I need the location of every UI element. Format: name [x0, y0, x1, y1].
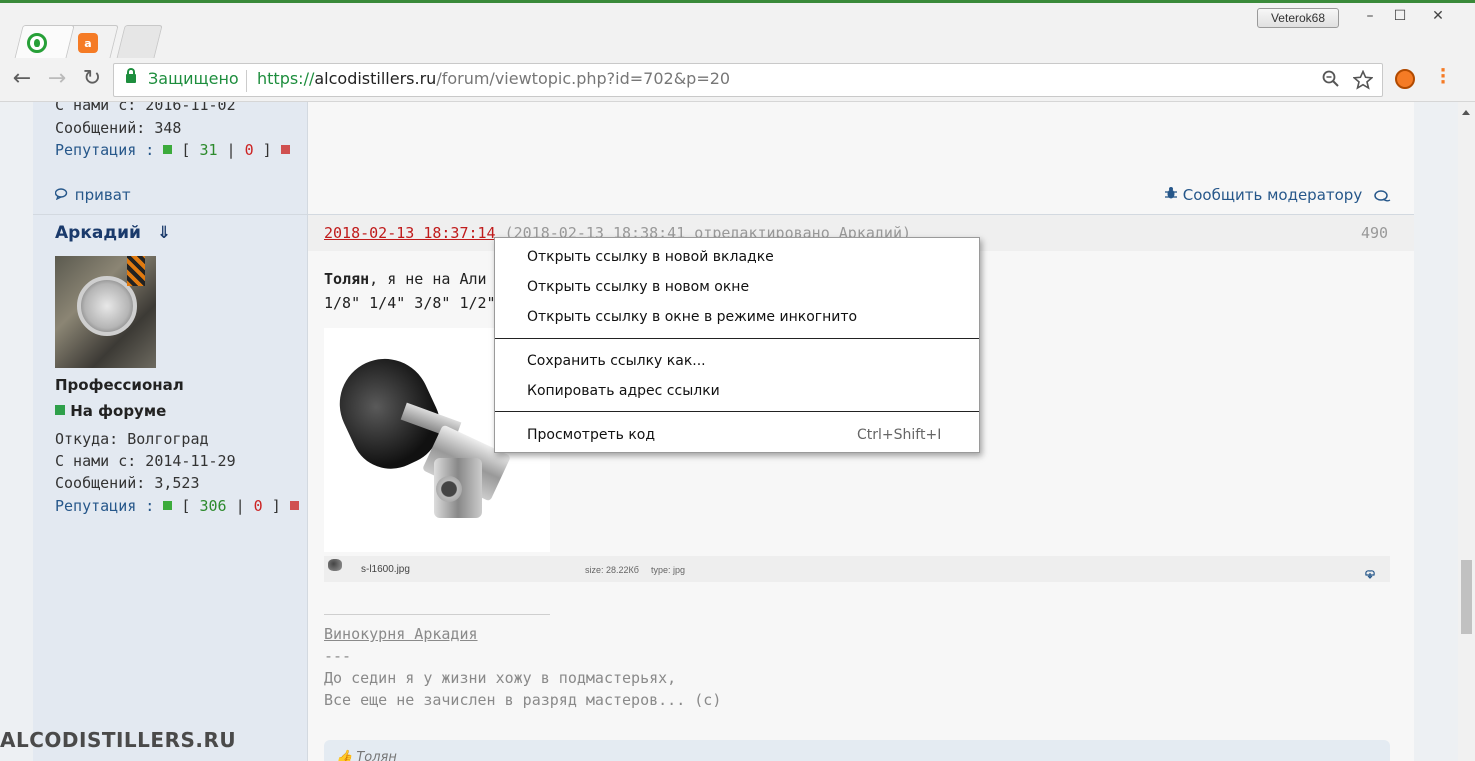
- attachment-type: type: jpg: [651, 565, 686, 575]
- menu-inspect[interactable]: Просмотреть код: [527, 427, 655, 443]
- bug-icon: [1164, 186, 1183, 204]
- menu-copy-link[interactable]: Копировать адрес ссылки: [527, 383, 720, 399]
- address-bar[interactable]: Защищено https://alcodistillers.ru/forum…: [113, 63, 1383, 97]
- signature-line1: До седин я у жизни хожу в подмастерьях,: [324, 669, 677, 687]
- back-button[interactable]: ←: [8, 66, 36, 94]
- user-messages: Сообщений: 3,523: [55, 474, 200, 492]
- menu-separator: [495, 338, 979, 339]
- author-arrow-icon[interactable]: ⇓: [157, 223, 171, 243]
- reputation-label[interactable]: Репутация :: [55, 141, 154, 159]
- omnibox-separator: [246, 70, 247, 92]
- menu-open-incognito[interactable]: Открыть ссылку в окне в режиме инкогнито: [527, 309, 857, 325]
- security-label[interactable]: Защищено: [148, 69, 239, 88]
- signature-dashes: ---: [324, 647, 352, 665]
- tab-favicon-icon: a: [78, 33, 98, 53]
- zoom-icon[interactable]: [1322, 70, 1340, 93]
- chat-icon: [54, 186, 75, 204]
- rep-plus-count: 31: [199, 141, 218, 159]
- rep-minus-count: 0: [253, 497, 263, 515]
- context-menu: Открыть ссылку в новой вкладке Открыть с…: [494, 237, 980, 453]
- url-host: alcodistillers.ru: [314, 69, 437, 88]
- attachment-size: size: 28.22Кб: [585, 565, 639, 575]
- post-text-line1: Толян, я не на Али п: [324, 270, 505, 288]
- post-text-line2: 1/8" 1/4" 3/8" 1/2" 3/: [324, 294, 523, 312]
- signature-divider: [324, 614, 550, 615]
- signature-link[interactable]: Винокурня Аркадия: [324, 625, 478, 643]
- minus-icon[interactable]: [280, 145, 290, 154]
- extension-icon[interactable]: [1395, 69, 1415, 89]
- page-scrollbar[interactable]: [1458, 102, 1475, 761]
- maximize-button[interactable]: ☐: [1382, 6, 1418, 26]
- quote-chat-icon[interactable]: [1374, 188, 1391, 207]
- minus-icon[interactable]: [289, 501, 299, 510]
- online-icon: [55, 405, 65, 415]
- browser-toolbar: ← → ↻ Защищено https://alcodistillers.ru…: [0, 58, 1475, 102]
- report-moderator-link[interactable]: Сообщить модератору: [1164, 186, 1362, 204]
- url-text[interactable]: https://alcodistillers.ru/forum/viewtopi…: [257, 69, 730, 88]
- menu-open-new-tab[interactable]: Открыть ссылку в новой вкладке: [527, 249, 774, 265]
- menu-save-link[interactable]: Сохранить ссылку как...: [527, 353, 706, 369]
- plus-icon[interactable]: [163, 145, 173, 154]
- post-date-link[interactable]: 2018-02-13 18:37:14: [324, 224, 496, 242]
- user-reputation: Репутация : [ 306 | 0 ]: [55, 497, 299, 515]
- lock-icon: [126, 68, 136, 83]
- star-icon[interactable]: [1352, 69, 1374, 95]
- attachment-filename[interactable]: s-l1600.jpg: [361, 564, 410, 575]
- post-author[interactable]: Аркадий ⇓: [55, 223, 171, 243]
- menu-icon[interactable]: · · ·: [1436, 62, 1450, 92]
- user-joined: С нами с: 2014-11-29: [55, 452, 236, 470]
- report-label: Сообщить модератору: [1182, 186, 1363, 204]
- prev-messages: Сообщений: 348: [55, 119, 182, 137]
- site-favicon-icon: [27, 33, 47, 53]
- rep-plus-count: 306: [199, 497, 227, 515]
- forward-button[interactable]: →: [43, 66, 71, 94]
- attachment-bar: s-l1600.jpg size: 28.22Кб type: jpg: [324, 556, 1390, 582]
- profile-button[interactable]: Veterok68: [1257, 8, 1339, 28]
- online-label: На форуме: [70, 402, 167, 420]
- prev-joined: С нами с: 2016-11-02: [55, 102, 236, 114]
- thumbs-up-icon: 👍: [336, 750, 353, 761]
- reload-button[interactable]: ↻: [78, 66, 106, 94]
- url-scheme: https://: [257, 69, 315, 88]
- thanks-box: 👍 Толян: [324, 740, 1390, 761]
- user-from: Откуда: Волгоград: [55, 430, 209, 448]
- menu-separator: [495, 411, 979, 412]
- user-rank: Профессионал: [55, 376, 184, 394]
- signature-line2: Все еще не зачислен в разряд мастеров...…: [324, 691, 722, 709]
- menu-open-new-window[interactable]: Открыть ссылку в новом окне: [527, 279, 749, 295]
- mention-name: Толян: [324, 270, 370, 288]
- download-icon[interactable]: [1364, 564, 1376, 583]
- scroll-thumb[interactable]: [1461, 560, 1472, 634]
- author-name[interactable]: Аркадий: [55, 223, 141, 243]
- thanks-author[interactable]: Толян: [356, 750, 397, 761]
- prev-reputation: Репутация : [ 31 | 0 ]: [55, 141, 290, 159]
- ribbon: [127, 256, 145, 286]
- attachment-thumb[interactable]: [328, 559, 342, 571]
- rep-minus-count: 0: [244, 141, 254, 159]
- site-watermark: ALCODISTILLERS.RU: [0, 728, 237, 752]
- plus-icon[interactable]: [163, 501, 173, 510]
- reputation-label[interactable]: Репутация :: [55, 497, 154, 515]
- online-status: На форуме: [55, 402, 166, 420]
- scroll-up-icon[interactable]: [1462, 110, 1470, 115]
- private-message-link[interactable]: приват: [54, 186, 131, 204]
- post-number[interactable]: 490: [1361, 224, 1388, 242]
- browser-titlebar: a Veterok68 – ☐ ✕: [0, 0, 1475, 63]
- close-button[interactable]: ✕: [1420, 6, 1456, 26]
- url-path: /forum/viewtopic.php?id=702&p=20: [436, 69, 731, 88]
- private-label: приват: [74, 186, 131, 204]
- thanks-entry: 👍 Толян: [336, 750, 397, 761]
- menu-inspect-shortcut: Ctrl+Shift+I: [857, 427, 942, 443]
- avatar: [55, 256, 156, 368]
- post-text-rest: , я не на Али п: [369, 270, 505, 288]
